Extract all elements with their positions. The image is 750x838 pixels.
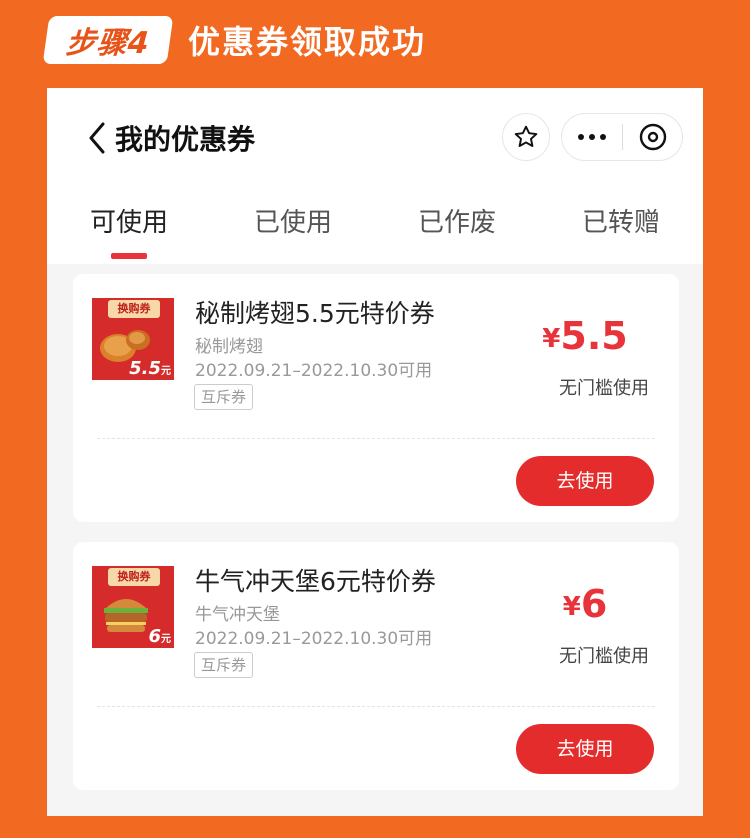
close-button[interactable] xyxy=(623,123,682,151)
phone-screen: 我的优惠券 可使用 已使用 已作废 已转赠 换购券 5.5元 秘制烤翅5.5元特… xyxy=(47,88,703,816)
tab-voided[interactable]: 已作废 xyxy=(375,188,539,264)
thumb-tag: 换购券 xyxy=(108,300,160,318)
coupon-amount: ¥6 xyxy=(562,582,608,626)
coupon-validity: 2022.09.21–2022.10.30可用 xyxy=(195,629,433,649)
tab-gifted[interactable]: 已转赠 xyxy=(539,188,703,264)
coupon-condition: 无门槛使用 xyxy=(559,378,649,399)
coupon-card: 换购券 5.5元 秘制烤翅5.5元特价券 秘制烤翅 2022.09.21–202… xyxy=(73,274,679,522)
step-header: 步骤4 优惠券领取成功 xyxy=(42,14,427,66)
coupon-condition: 无门槛使用 xyxy=(559,646,649,667)
coupon-thumbnail: 换购券 6元 xyxy=(92,566,174,648)
page-title: 我的优惠券 xyxy=(115,123,256,156)
close-circle-icon xyxy=(639,123,666,151)
thumb-price: 6元 xyxy=(148,626,171,647)
coupon-list: 换购券 5.5元 秘制烤翅5.5元特价券 秘制烤翅 2022.09.21–202… xyxy=(47,264,703,816)
active-tab-indicator xyxy=(111,253,147,259)
tab-label: 已使用 xyxy=(253,208,332,238)
favorite-button[interactable] xyxy=(502,113,550,161)
coupon-product: 牛气冲天堡 xyxy=(195,605,280,625)
exclusive-badge: 互斥券 xyxy=(194,384,254,410)
coupon-validity: 2022.09.21–2022.10.30可用 xyxy=(195,361,433,381)
tab-available[interactable]: 可使用 xyxy=(47,188,211,264)
burger-image xyxy=(96,586,156,644)
star-icon xyxy=(514,125,538,147)
dashed-divider xyxy=(97,438,655,439)
coupon-card: 换购券 6元 牛气冲天堡6元特价券 牛气冲天堡 2022.09.21–2022.… xyxy=(73,542,679,790)
tab-label: 已转赠 xyxy=(581,208,660,238)
use-coupon-button[interactable]: 去使用 xyxy=(516,724,654,774)
tab-used[interactable]: 已使用 xyxy=(211,188,375,264)
more-icon[interactable] xyxy=(562,134,622,140)
navbar: 我的优惠券 xyxy=(47,88,703,188)
exclusive-badge: 互斥券 xyxy=(194,652,254,678)
use-coupon-button[interactable]: 去使用 xyxy=(516,456,654,506)
coupon-name: 牛气冲天堡6元特价券 xyxy=(195,567,436,596)
coupon-tabs: 可使用 已使用 已作废 已转赠 xyxy=(47,188,703,264)
thumb-tag: 换购券 xyxy=(108,568,160,586)
step-badge: 步骤4 xyxy=(42,16,174,64)
coupon-thumbnail: 换购券 5.5元 xyxy=(92,298,174,380)
step-badge-label: 步骤4 xyxy=(64,26,151,61)
back-arrow-icon[interactable] xyxy=(85,121,109,155)
coupon-name: 秘制烤翅5.5元特价券 xyxy=(195,299,435,328)
tab-label: 可使用 xyxy=(89,208,168,238)
thumb-price: 5.5元 xyxy=(129,358,171,379)
coupon-product: 秘制烤翅 xyxy=(195,337,263,357)
coupon-amount: ¥5.5 xyxy=(542,314,628,358)
dashed-divider xyxy=(97,706,655,707)
mini-program-capsule xyxy=(561,113,683,161)
step-title: 优惠券领取成功 xyxy=(188,23,427,61)
tab-label: 已作废 xyxy=(417,208,496,238)
